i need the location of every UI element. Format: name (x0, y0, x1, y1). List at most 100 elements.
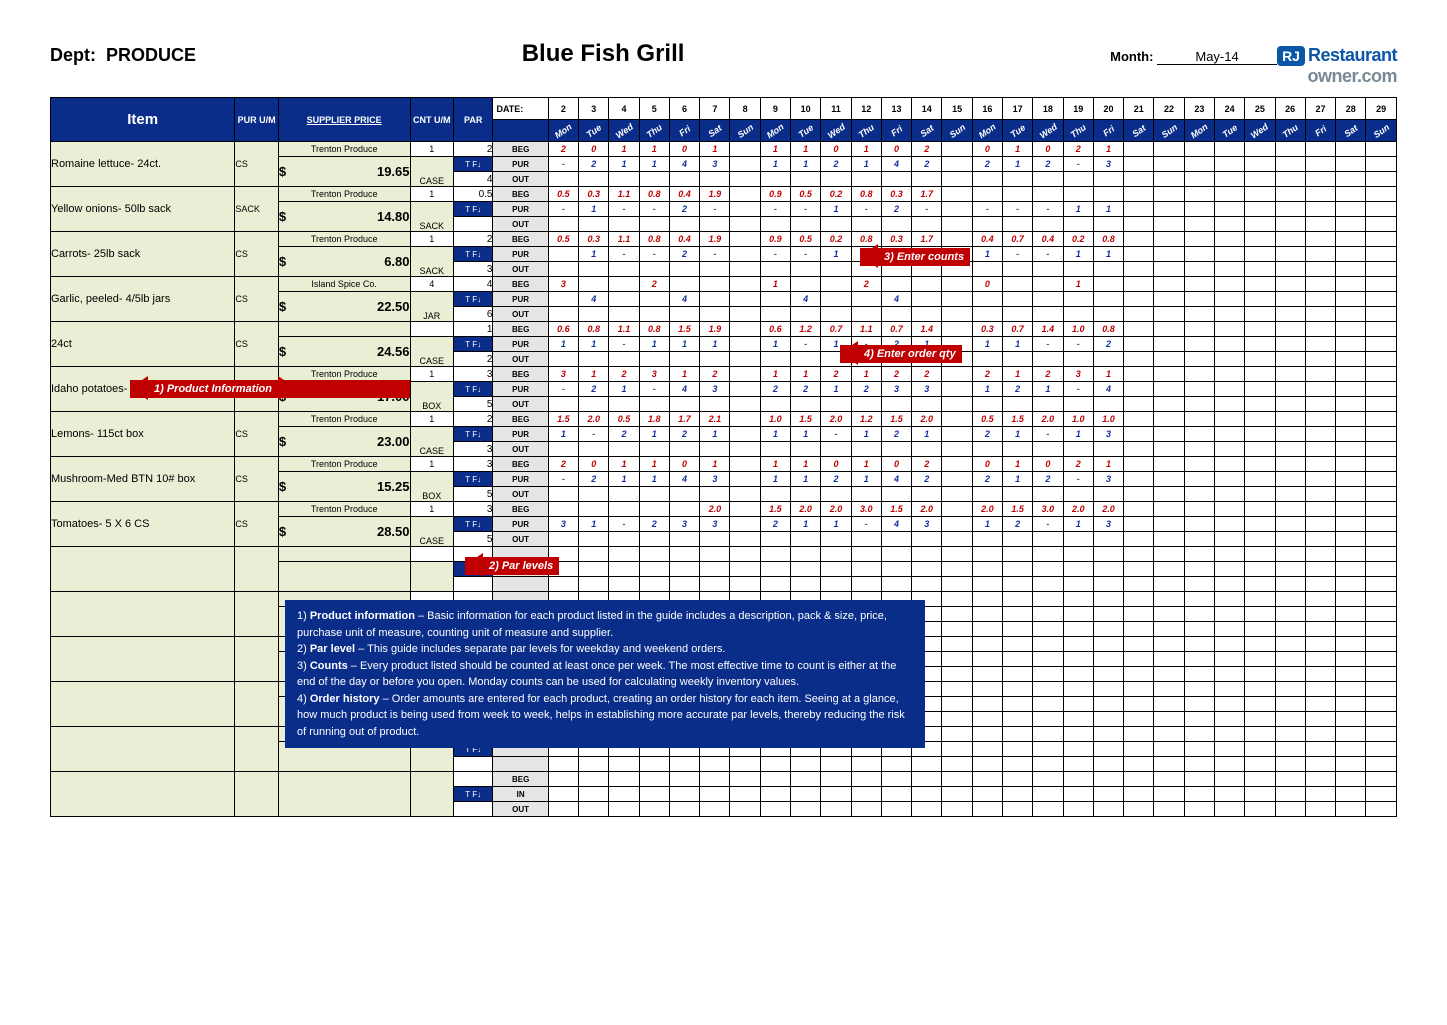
data-cell[interactable]: - (1003, 247, 1033, 262)
data-cell[interactable] (1184, 442, 1214, 457)
data-cell[interactable] (669, 262, 699, 277)
data-cell[interactable] (730, 772, 760, 787)
data-cell[interactable] (1093, 442, 1123, 457)
data-cell[interactable] (1033, 712, 1063, 727)
data-cell[interactable] (609, 397, 639, 412)
data-cell[interactable] (1124, 157, 1154, 172)
data-cell[interactable] (1003, 277, 1033, 292)
data-cell[interactable]: 0.4 (669, 232, 699, 247)
data-cell[interactable] (579, 577, 609, 592)
data-cell[interactable] (1003, 787, 1033, 802)
data-cell[interactable] (1033, 262, 1063, 277)
data-cell[interactable] (1336, 412, 1366, 427)
data-cell[interactable] (1366, 412, 1397, 427)
data-cell[interactable] (1305, 727, 1335, 742)
data-cell[interactable] (1214, 322, 1244, 337)
data-cell[interactable] (1214, 337, 1244, 352)
data-cell[interactable] (1063, 607, 1093, 622)
data-cell[interactable]: 1 (609, 472, 639, 487)
data-cell[interactable] (1184, 532, 1214, 547)
data-cell[interactable] (1003, 532, 1033, 547)
data-cell[interactable] (1124, 397, 1154, 412)
data-cell[interactable] (639, 487, 669, 502)
data-cell[interactable]: 2 (881, 202, 911, 217)
data-cell[interactable] (730, 232, 760, 247)
data-cell[interactable] (1214, 742, 1244, 757)
data-cell[interactable]: 2.0 (912, 502, 942, 517)
data-cell[interactable] (1366, 247, 1397, 262)
data-cell[interactable] (1275, 667, 1305, 682)
data-cell[interactable]: 2.0 (912, 412, 942, 427)
data-cell[interactable] (1124, 682, 1154, 697)
data-cell[interactable] (1154, 427, 1184, 442)
data-cell[interactable] (1063, 772, 1093, 787)
data-cell[interactable] (791, 577, 821, 592)
data-cell[interactable] (1184, 352, 1214, 367)
data-cell[interactable] (1184, 697, 1214, 712)
data-cell[interactable] (942, 457, 972, 472)
data-cell[interactable]: 1 (972, 247, 1002, 262)
data-cell[interactable]: 1 (1093, 202, 1123, 217)
data-cell[interactable] (1305, 532, 1335, 547)
data-cell[interactable] (1154, 217, 1184, 232)
data-cell[interactable]: 2 (1003, 517, 1033, 532)
data-cell[interactable] (1305, 682, 1335, 697)
data-cell[interactable] (1214, 697, 1244, 712)
data-cell[interactable] (760, 442, 790, 457)
data-cell[interactable] (912, 577, 942, 592)
data-cell[interactable]: 1.1 (609, 322, 639, 337)
data-cell[interactable] (791, 307, 821, 322)
data-cell[interactable]: 2 (972, 367, 1002, 382)
data-cell[interactable] (1245, 562, 1275, 577)
data-cell[interactable]: - (791, 337, 821, 352)
data-cell[interactable] (1184, 262, 1214, 277)
data-cell[interactable] (972, 172, 1002, 187)
data-cell[interactable]: 0.6 (760, 322, 790, 337)
data-cell[interactable] (548, 442, 578, 457)
data-cell[interactable] (1305, 247, 1335, 262)
data-cell[interactable] (1305, 262, 1335, 277)
data-cell[interactable] (1093, 277, 1123, 292)
data-cell[interactable] (851, 802, 881, 817)
data-cell[interactable]: 1 (700, 337, 730, 352)
data-cell[interactable] (609, 172, 639, 187)
data-cell[interactable] (1093, 772, 1123, 787)
data-cell[interactable]: 4 (669, 157, 699, 172)
data-cell[interactable] (1093, 577, 1123, 592)
data-cell[interactable] (1184, 157, 1214, 172)
data-cell[interactable] (1245, 802, 1275, 817)
data-cell[interactable] (942, 277, 972, 292)
data-cell[interactable] (1124, 367, 1154, 382)
data-cell[interactable] (1214, 502, 1244, 517)
data-cell[interactable]: 1 (700, 427, 730, 442)
data-cell[interactable]: 2 (548, 457, 578, 472)
data-cell[interactable] (1124, 247, 1154, 262)
data-cell[interactable] (1366, 682, 1397, 697)
data-cell[interactable] (1214, 307, 1244, 322)
data-cell[interactable] (1093, 547, 1123, 562)
data-cell[interactable] (1124, 322, 1154, 337)
data-cell[interactable] (942, 142, 972, 157)
data-cell[interactable] (760, 172, 790, 187)
data-cell[interactable] (851, 217, 881, 232)
data-cell[interactable] (821, 307, 851, 322)
data-cell[interactable] (1003, 682, 1033, 697)
data-cell[interactable] (1275, 652, 1305, 667)
data-cell[interactable] (1214, 562, 1244, 577)
data-cell[interactable]: 4 (579, 292, 609, 307)
data-cell[interactable] (1275, 322, 1305, 337)
data-cell[interactable]: 0.2 (821, 232, 851, 247)
data-cell[interactable] (1245, 727, 1275, 742)
data-cell[interactable] (1124, 337, 1154, 352)
data-cell[interactable]: 3 (700, 472, 730, 487)
data-cell[interactable]: 1.7 (912, 232, 942, 247)
data-cell[interactable] (1305, 382, 1335, 397)
data-cell[interactable]: 2 (700, 367, 730, 382)
data-cell[interactable] (730, 367, 760, 382)
data-cell[interactable] (1184, 607, 1214, 622)
data-cell[interactable] (1093, 652, 1123, 667)
data-cell[interactable]: - (700, 247, 730, 262)
data-cell[interactable] (791, 802, 821, 817)
data-cell[interactable] (1003, 667, 1033, 682)
data-cell[interactable] (1245, 682, 1275, 697)
